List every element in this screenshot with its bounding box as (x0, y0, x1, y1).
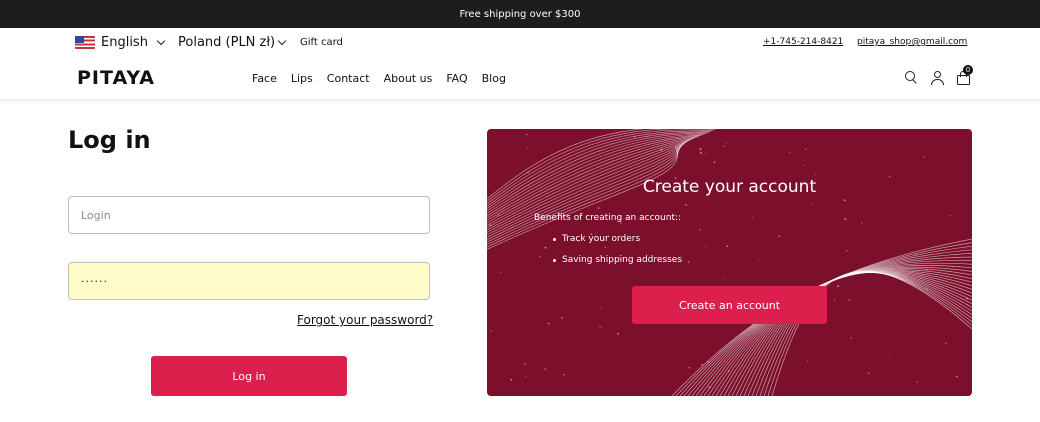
main-header: PITAYA Face Lips Contact About us FAQ Bl… (0, 58, 1040, 100)
benefit-label: Saving shipping addresses (562, 255, 683, 265)
chevron-down-icon (277, 36, 287, 45)
language-selector[interactable]: English (75, 35, 166, 50)
currency-label: Poland (PLN zł) (178, 35, 276, 50)
search-icon[interactable] (904, 70, 919, 85)
benefit-item: Track your orders (553, 234, 640, 244)
create-account-button[interactable]: Create an account (632, 286, 827, 324)
login-input[interactable] (68, 196, 430, 234)
password-input[interactable] (68, 262, 430, 300)
benefits-title: Benefits of creating an account:: (534, 213, 682, 223)
nav-lips[interactable]: Lips (291, 72, 313, 85)
nav-contact[interactable]: Contact (327, 72, 370, 85)
login-button[interactable]: Log in (151, 356, 347, 396)
promo-text: Free shipping over $300 (459, 8, 581, 20)
phone-link[interactable]: +1-745-214-8421 (763, 37, 843, 47)
nav-faq[interactable]: FAQ (446, 72, 467, 85)
login-title: Log in (68, 126, 151, 154)
gift-card-link[interactable]: Gift card (300, 37, 343, 48)
language-label: English (101, 35, 148, 50)
bullet-icon (553, 258, 556, 262)
main-nav: Face Lips Contact About us FAQ Blog (252, 72, 506, 85)
bag-icon[interactable]: 0 (956, 65, 973, 85)
benefit-item: Saving shipping addresses (553, 255, 682, 265)
forgot-password-link[interactable]: Forgot your password? (297, 313, 433, 327)
promo-bar: Free shipping over $300 (0, 0, 1040, 28)
chevron-down-icon (156, 36, 166, 45)
logo[interactable]: PITAYA (77, 67, 155, 89)
cart-count-badge: 0 (963, 65, 973, 75)
nav-blog[interactable]: Blog (482, 72, 506, 85)
create-account-card: Create your account Benefits of creating… (487, 129, 972, 396)
currency-selector[interactable]: Poland (PLN zł) (178, 35, 287, 50)
nav-face[interactable]: Face (252, 72, 277, 85)
header-icons: 0 (904, 65, 973, 85)
us-flag-icon (75, 36, 95, 49)
email-link[interactable]: pitaya_shop@gmail.com (857, 37, 967, 47)
top-bar: English Poland (PLN zł) Gift card +1-745… (0, 28, 1040, 58)
benefit-label: Track your orders (562, 234, 641, 244)
create-account-title: Create your account (642, 177, 817, 197)
nav-about-us[interactable]: About us (384, 72, 433, 85)
user-icon[interactable] (930, 70, 945, 85)
bullet-icon (553, 237, 556, 241)
